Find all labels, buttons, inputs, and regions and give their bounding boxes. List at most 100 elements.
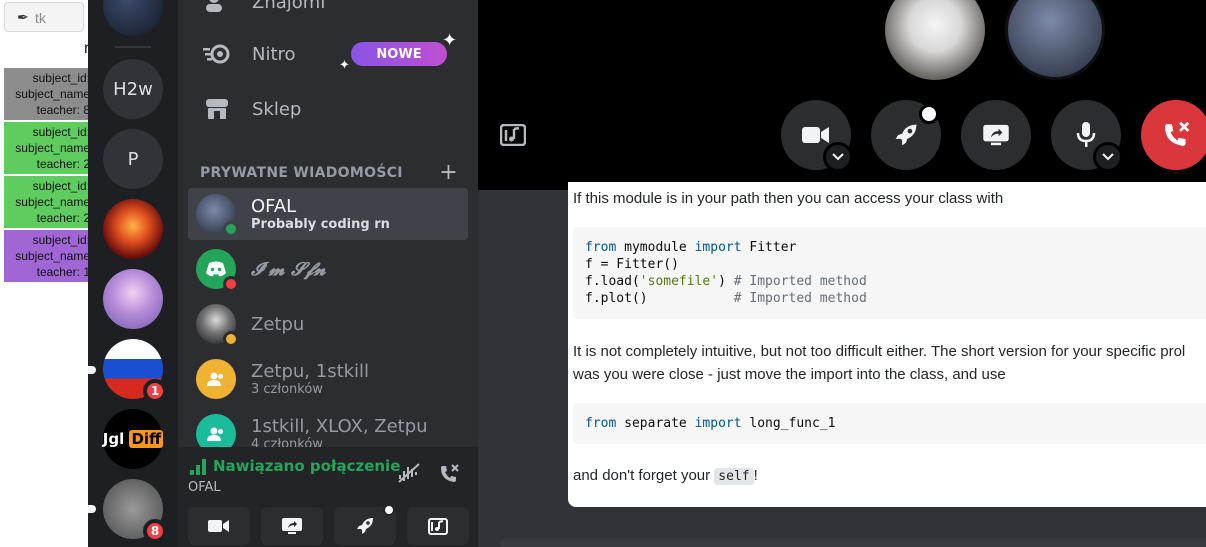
screen-share-button[interactable] — [261, 507, 323, 545]
mention-badge: 1 — [143, 379, 167, 403]
shop-icon — [202, 97, 232, 121]
new-badge: NOWE — [351, 42, 447, 66]
answer-paragraph: was you were close - just move the impor… — [573, 366, 1006, 383]
pen-icon: ✒ — [17, 9, 29, 25]
code-token: ) — [718, 274, 734, 289]
code-line: from mymodule import Fitter — [585, 239, 1206, 256]
dm-header: PRYWATNE WIADOMOŚCI + — [200, 160, 458, 185]
subject-name: subject_name — [15, 195, 90, 209]
screen-share-icon — [983, 124, 1009, 146]
discord-icon — [206, 261, 226, 277]
voice-channel-name[interactable]: OFAL — [188, 480, 221, 495]
code-token: f.load( — [585, 274, 640, 289]
chevron-down-icon[interactable] — [823, 142, 853, 172]
nav-label: Sklep — [252, 98, 302, 120]
nitro-icon — [202, 44, 232, 64]
code-token: # Imported method — [733, 274, 867, 289]
rocket-icon — [895, 124, 917, 146]
group-icon — [207, 372, 223, 386]
avatar — [196, 194, 239, 237]
chevron-down-icon[interactable] — [1093, 142, 1123, 172]
disconnect-icon — [1165, 121, 1190, 146]
avatar — [196, 304, 239, 347]
server-icon-p[interactable]: P — [103, 129, 163, 189]
left-app-panel: ✒ tk r subject_id: subject_name teacher:… — [0, 0, 90, 547]
subject-id: subject_id: — [32, 71, 90, 85]
server-icon-photo[interactable]: 8 — [103, 479, 167, 543]
code-token: f.plot() — [585, 291, 734, 306]
subject-card[interactable]: subject_id: subject_name teacher: 8 — [4, 68, 90, 120]
noise-suppression-icon[interactable] — [398, 463, 420, 487]
search-input[interactable]: ✒ tk — [4, 2, 84, 32]
dm-item-group-zetpu-1stkill[interactable]: Zetpu, 1stkill 3 członków — [188, 353, 468, 405]
search-value: tk — [35, 10, 46, 26]
server-label: H2w — [113, 78, 153, 100]
call-area — [478, 0, 1206, 190]
server-icon-jgl-diff[interactable]: Jgl Diff — [103, 409, 164, 469]
subject-id: subject_id: — [32, 125, 90, 139]
server-icon-anime[interactable] — [103, 269, 163, 329]
server-icon-h2w[interactable]: H2w — [103, 59, 163, 119]
code-token: Fitter — [741, 240, 797, 255]
voice-connection-panel: Nawiązano połączenie OFAL — [178, 447, 478, 547]
camera-icon — [208, 520, 229, 532]
dm-item-zetpu[interactable]: Zetpu — [188, 298, 468, 350]
subject-card[interactable]: subject_id: subject_name teacher: 2 — [4, 176, 90, 228]
camera-button[interactable] — [188, 507, 250, 545]
dm-name: OFAL — [251, 196, 297, 217]
soundboard-button[interactable] — [407, 507, 469, 545]
signal-icon — [190, 459, 206, 475]
server-icon-avatar[interactable] — [103, 0, 163, 36]
code-token: separate — [616, 416, 695, 431]
screen: ✒ tk r subject_id: subject_name teacher:… — [0, 0, 1206, 547]
call-camera-button[interactable] — [781, 100, 853, 172]
nav-label: Nitro — [252, 43, 296, 65]
participant-tile[interactable] — [1005, 0, 1105, 80]
code-token: from — [585, 416, 617, 431]
group-icon — [207, 427, 223, 441]
subject-card[interactable]: subject_id: subject_name teacher: 1 — [4, 230, 90, 282]
dm-header-label: PRYWATNE WIADOMOŚCI — [200, 164, 403, 181]
participant-tile[interactable] — [885, 0, 985, 80]
sparkle-icon: ✦ — [442, 30, 458, 51]
subject-name: subject_name — [15, 249, 90, 263]
voice-status[interactable]: Nawiązano połączenie — [213, 457, 403, 475]
answer-paragraph: and don't forget your self! — [573, 464, 758, 488]
subject-teacher: teacher: 2 — [36, 211, 90, 225]
rocket-icon — [357, 518, 373, 534]
nav-friends[interactable]: Znajomi — [188, 0, 468, 24]
mention-badge: 8 — [143, 519, 167, 543]
subject-teacher: teacher: 1 — [36, 265, 90, 279]
code-line: from separate import long_func_1 — [585, 415, 1206, 432]
dm-item-ofal[interactable]: OFAL Probably coding rn — [188, 188, 468, 240]
subject-card[interactable]: subject_id: subject_name teacher: 2 — [4, 122, 90, 174]
call-disconnect-button[interactable] — [1141, 100, 1206, 170]
avatar — [196, 249, 239, 292]
server-icon-flag[interactable]: 1 — [103, 339, 167, 403]
notification-dot — [383, 504, 395, 516]
call-mic-button[interactable] — [1051, 100, 1123, 172]
message-input-edge[interactable] — [500, 538, 1206, 547]
server-icon-phoenix[interactable] — [103, 199, 163, 259]
subject-name: subject_name — [15, 141, 90, 155]
dm-sidebar: Znajomi Nitro NOWE ✦ ✦ Sklep PRYWATNE WI… — [178, 0, 478, 547]
microphone-icon — [1076, 122, 1096, 147]
subject-id: subject_id: — [32, 233, 90, 247]
shared-screen-content: If this module is in your path then you … — [568, 182, 1206, 507]
server-label-highlight: Diff — [129, 430, 164, 448]
screen-share-icon — [282, 518, 302, 534]
dm-name: 𝓘'𝓶 𝓢𝓯𝓷 — [251, 258, 326, 280]
code-token: import — [694, 416, 742, 431]
answer-paragraph: If this module is in your path then you … — [573, 190, 1004, 207]
nav-shop[interactable]: Sklep — [188, 87, 468, 131]
unread-indicator — [88, 505, 96, 513]
online-status-icon — [223, 221, 239, 237]
server-label: P — [127, 148, 139, 170]
soundboard-icon[interactable] — [499, 123, 527, 150]
call-screen-share-button[interactable] — [961, 100, 1031, 170]
disconnect-icon[interactable] — [438, 463, 460, 489]
dm-item-ism-sfn[interactable]: 𝓘'𝓶 𝓢𝓯𝓷 — [188, 243, 468, 295]
code-token: # Imported method — [733, 291, 867, 306]
subject-id: subject_id: — [32, 179, 90, 193]
add-dm-button[interactable]: + — [439, 160, 458, 185]
